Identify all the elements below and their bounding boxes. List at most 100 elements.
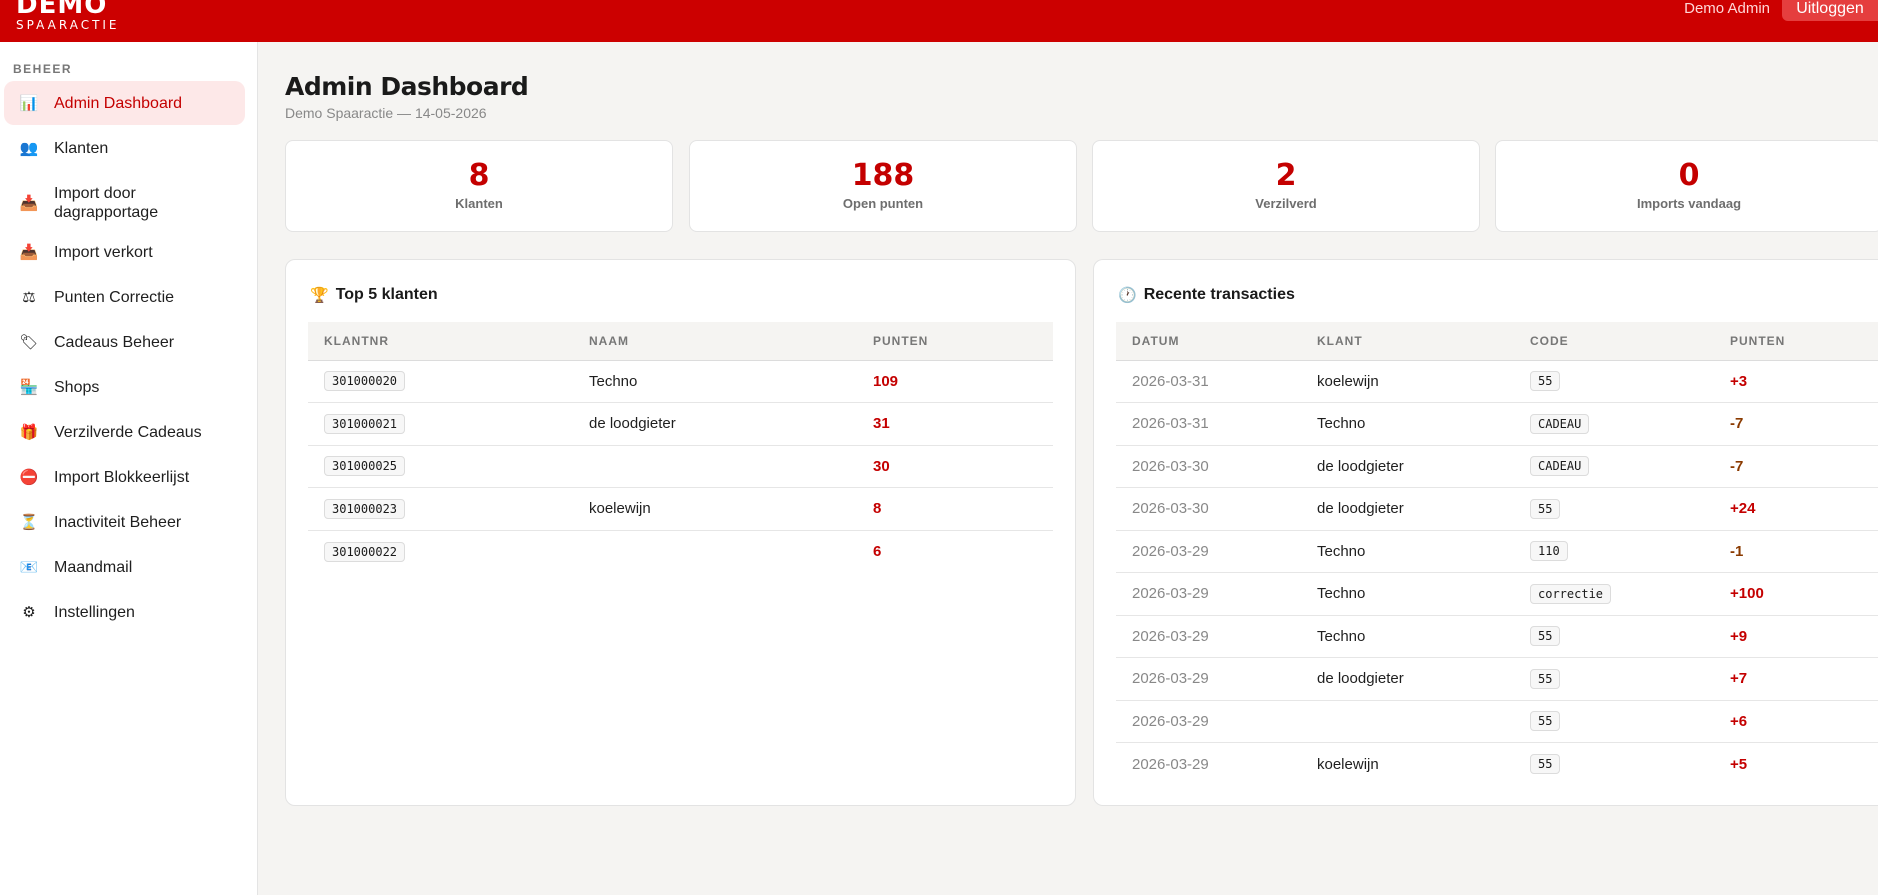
sidebar-item-label: Import Blokkeerlijst <box>54 468 190 486</box>
table-row[interactable]: 301000023 koelewijn 8 <box>308 487 1053 531</box>
sidebar-item-punten-correctie[interactable]: ⚖ Punten Correctie <box>4 275 245 319</box>
stat-card-verzilverd: 2 Verzilverd <box>1092 140 1480 232</box>
sidebar-item-shops[interactable]: 🏪 Shops <box>4 365 245 409</box>
recente-transacties-panel: 🕐 Recente transacties DATUM KLANT CODE P… <box>1093 259 1878 806</box>
table-row[interactable]: 2026-03-29 koelewijn 55 +5 <box>1116 743 1878 786</box>
naam-cell: koelewijn <box>573 487 857 531</box>
datum-cell: 2026-03-29 <box>1116 572 1301 616</box>
column-header[interactable]: KLANTNR <box>308 322 573 361</box>
users-icon: 👥 <box>19 140 39 157</box>
table-row[interactable]: 2026-03-29 Techno 110 -1 <box>1116 530 1878 573</box>
logout-button[interactable]: Uitloggen <box>1782 0 1878 21</box>
punten-value: 109 <box>873 372 899 390</box>
sidebar-heading: BEHEER <box>13 62 73 76</box>
column-header[interactable]: KLANT <box>1301 322 1514 361</box>
klantnr-chip: 301000023 <box>324 498 406 519</box>
datum-cell: 2026-03-29 <box>1116 530 1301 573</box>
user-name: Demo Admin <box>1684 0 1770 17</box>
stat-card-klanten: 8 Klanten <box>285 140 673 232</box>
table-row[interactable]: 301000025 30 <box>308 445 1053 488</box>
sidebar-item-admin-dashboard[interactable]: 📊 Admin Dashboard <box>4 81 245 125</box>
punten-value: +5 <box>1730 755 1748 773</box>
punten-value: 8 <box>873 500 882 518</box>
sidebar-item-label: Import verkort <box>54 243 153 261</box>
code-chip: correctie <box>1530 583 1612 604</box>
klant-cell: de loodgieter <box>1301 657 1514 701</box>
mail-icon: 📧 <box>19 559 39 576</box>
top-klanten-panel: 🏆 Top 5 klanten KLANTNR NAAM PUNTEN 3010… <box>285 259 1076 806</box>
table-row[interactable]: 301000022 6 <box>308 530 1053 573</box>
klantnr-chip: 301000021 <box>324 413 406 434</box>
sidebar-item-import-blokkeerlijst[interactable]: ⛔ Import Blokkeerlijst <box>4 455 245 499</box>
sidebar-item-instellingen[interactable]: ⚙ Instellingen <box>4 590 245 634</box>
table-row[interactable]: 2026-03-31 Techno CADEAU -7 <box>1116 402 1878 446</box>
naam-cell: Techno <box>573 360 857 403</box>
panel-title-text: Top 5 klanten <box>335 286 438 303</box>
klant-cell <box>1301 700 1514 743</box>
brand-name: DEMO <box>16 0 108 20</box>
no-entry-icon: ⛔ <box>19 469 39 486</box>
clock-icon: 🕐 <box>1118 287 1137 304</box>
sidebar-item-label: Shops <box>54 378 100 396</box>
column-header[interactable]: DATUM <box>1116 322 1301 361</box>
sidebar-item-klanten[interactable]: 👥 Klanten <box>4 126 245 170</box>
sidebar-item-maandmail[interactable]: 📧 Maandmail <box>4 545 245 589</box>
sidebar-item-verzilverde-cadeaus[interactable]: 🎁 Verzilverde Cadeaus <box>4 410 245 454</box>
punten-value: +24 <box>1730 500 1756 518</box>
klant-cell: de loodgieter <box>1301 487 1514 531</box>
stat-value: 8 <box>468 158 490 193</box>
klant-cell: Techno <box>1301 530 1514 573</box>
table-row[interactable]: 2026-03-30 de loodgieter CADEAU -7 <box>1116 445 1878 488</box>
top-bar: DEMO SPAARACTIE Demo Admin Uitloggen <box>0 0 1878 42</box>
sidebar-item-label: Import door dagrapportage <box>54 185 159 221</box>
stat-card-imports-vandaag: 0 Imports vandaag <box>1495 140 1878 232</box>
sidebar-item-inactiviteit-beheer[interactable]: ⏳ Inactiviteit Beheer <box>4 500 245 544</box>
stat-value: 0 <box>1678 158 1700 193</box>
inbox-tray-icon: 📥 <box>19 195 39 212</box>
datum-cell: 2026-03-30 <box>1116 445 1301 488</box>
table-row[interactable]: 301000021 de loodgieter 31 <box>308 402 1053 446</box>
klant-cell: koelewijn <box>1317 755 1379 773</box>
sidebar: BEHEER 📊 Admin Dashboard 👥 Klanten 📥 Imp… <box>0 42 258 895</box>
code-chip: 55 <box>1530 371 1561 392</box>
trophy-icon: 🏆 <box>310 287 329 304</box>
table-row[interactable]: 2026-03-31 koelewijn 55 +3 <box>1116 360 1878 403</box>
klantnr-chip: 301000022 <box>324 541 406 562</box>
column-header[interactable]: NAAM <box>573 322 857 361</box>
klant-cell: de loodgieter <box>1301 445 1514 488</box>
punten-value: 6 <box>873 543 882 560</box>
sidebar-item-cadeaus-beheer[interactable]: 🏷 Cadeaus Beheer <box>4 320 245 364</box>
datum-cell: 2026-03-29 <box>1116 700 1301 743</box>
datum-cell: 2026-03-31 <box>1116 402 1301 446</box>
stat-card-open-punten: 188 Open punten <box>689 140 1077 232</box>
column-header[interactable]: PUNTEN <box>1714 322 1878 361</box>
stat-value: 2 <box>1275 158 1297 193</box>
balance-scale-icon: ⚖ <box>22 289 36 306</box>
table-row[interactable]: 2026-03-29 Techno 55 +9 <box>1116 615 1878 658</box>
datum-cell: 2026-03-29 <box>1116 657 1301 701</box>
klantnr-chip: 301000025 <box>324 456 406 477</box>
page-title: Admin Dashboard <box>285 72 529 101</box>
sidebar-item-import-dagrapportage[interactable]: 📥 Import door dagrapportage <box>4 178 245 228</box>
panel-title-text: Recente transacties <box>1143 286 1295 303</box>
hourglass-icon: ⏳ <box>19 514 39 531</box>
stat-label: Open punten <box>842 196 924 211</box>
sidebar-item-import-verkort[interactable]: 📥 Import verkort <box>4 230 245 274</box>
column-header[interactable]: PUNTEN <box>857 322 1053 361</box>
code-chip: 55 <box>1530 754 1561 774</box>
table-row[interactable]: 2026-03-29 de loodgieter 55 +7 <box>1116 657 1878 701</box>
transacties-table: DATUM KLANT CODE PUNTEN 2026-03-31 koele… <box>1116 322 1878 785</box>
brand-logo[interactable]: DEMO SPAARACTIE <box>16 0 120 31</box>
punten-value: +100 <box>1730 585 1764 603</box>
code-chip: CADEAU <box>1530 456 1590 477</box>
table-row[interactable]: 2026-03-29 55 +6 <box>1116 700 1878 743</box>
column-header[interactable]: CODE <box>1514 322 1714 361</box>
punten-value: 30 <box>873 457 890 475</box>
shop-icon: 🏪 <box>19 379 39 396</box>
datum-cell: 2026-03-29 <box>1132 755 1209 773</box>
table-row[interactable]: 2026-03-29 Techno correctie +100 <box>1116 572 1878 616</box>
klant-cell: Techno <box>1301 402 1514 446</box>
table-row[interactable]: 301000020 Techno 109 <box>308 360 1053 403</box>
table-row[interactable]: 2026-03-30 de loodgieter 55 +24 <box>1116 487 1878 531</box>
page-subtitle: Demo Spaaractie — 14-05-2026 <box>285 105 487 121</box>
